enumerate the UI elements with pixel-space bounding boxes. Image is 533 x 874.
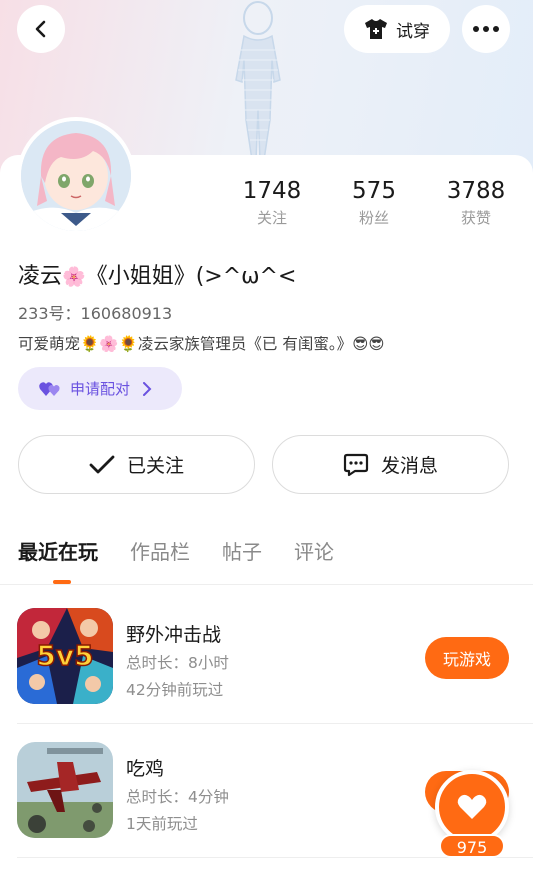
like-count: 975: [439, 834, 505, 858]
stat-following[interactable]: 1748 关注: [217, 176, 327, 230]
stat-fans-value: 575: [352, 178, 396, 204]
game-last-played: 42分钟前玩过: [126, 681, 224, 699]
username: 凌云🌸《小姐姐》(>^ω^<: [18, 258, 296, 290]
back-button[interactable]: [17, 5, 65, 53]
try-on-label: 试穿: [396, 21, 430, 42]
stat-likes[interactable]: 3788 获赞: [421, 176, 531, 230]
game-name: 野外冲击战: [126, 624, 222, 646]
anime-avatar-image: [21, 121, 131, 231]
apply-pair-label: 申请配对: [70, 380, 131, 398]
tab-recently-played[interactable]: 最近在玩: [18, 536, 98, 579]
double-heart-icon: [39, 381, 60, 396]
game-name: 吃鸡: [126, 758, 165, 780]
game-duration: 总时长：8小时: [126, 654, 229, 672]
avatar-outfit-figure: [235, 1, 281, 160]
profile-tabs: 最近在玩 作品栏 帖子 评论: [18, 536, 334, 579]
followed-label: 已关注: [126, 455, 184, 477]
game-badge-5v5: 5v5: [36, 639, 93, 672]
tab-comments[interactable]: 评论: [294, 536, 334, 579]
back-arrow-icon: [35, 20, 46, 38]
tabs-divider: [0, 584, 533, 585]
like-fab-button[interactable]: [435, 770, 509, 844]
chat-bubble-icon: [343, 453, 369, 476]
more-button[interactable]: [462, 5, 510, 53]
game-icon-pubg: [17, 742, 113, 838]
game-icon-wild-assault: 5v5: [17, 608, 113, 704]
stat-likes-label: 获赞: [460, 209, 491, 227]
try-on-button[interactable]: 试穿: [344, 5, 450, 53]
stat-likes-value: 3788: [446, 178, 506, 204]
followed-button[interactable]: 已关注: [18, 435, 255, 494]
stat-following-value: 1748: [242, 178, 302, 204]
more-dots-icon: [473, 26, 499, 32]
username-part2: 《小姐姐》(>^ω^<: [85, 264, 297, 289]
tab-posts[interactable]: 帖子: [222, 536, 262, 579]
play-game-button[interactable]: 玩游戏: [425, 637, 509, 679]
stat-fans-label: 粉丝: [358, 209, 389, 227]
apply-pair-button[interactable]: 申请配对: [18, 367, 182, 410]
user-id: 233号：160680913: [18, 304, 173, 323]
user-bio: 可爱萌宠🌻🌸🌻凌云家族管理员《已 有闺蜜。》😎😎: [18, 335, 385, 353]
stat-fans[interactable]: 575 粉丝: [319, 176, 429, 230]
username-part1: 凌云: [18, 264, 63, 289]
tshirt-icon: [365, 19, 387, 39]
game-duration: 总时长：4分钟: [126, 788, 229, 806]
check-icon: [89, 455, 115, 473]
stat-following-label: 关注: [256, 209, 287, 227]
game-row[interactable]: 5v5 野外冲击战 总时长：8小时 42分钟前玩过 玩游戏: [0, 590, 533, 724]
send-message-button[interactable]: 发消息: [272, 435, 509, 494]
game-last-played: 1天前玩过: [126, 815, 198, 833]
heart-icon: [457, 794, 487, 819]
send-message-label: 发消息: [380, 455, 438, 477]
cherry-blossom-icon: 🌸: [62, 266, 86, 288]
tab-works[interactable]: 作品栏: [130, 536, 190, 579]
chevron-right-icon: [143, 381, 152, 396]
avatar[interactable]: [17, 117, 135, 235]
